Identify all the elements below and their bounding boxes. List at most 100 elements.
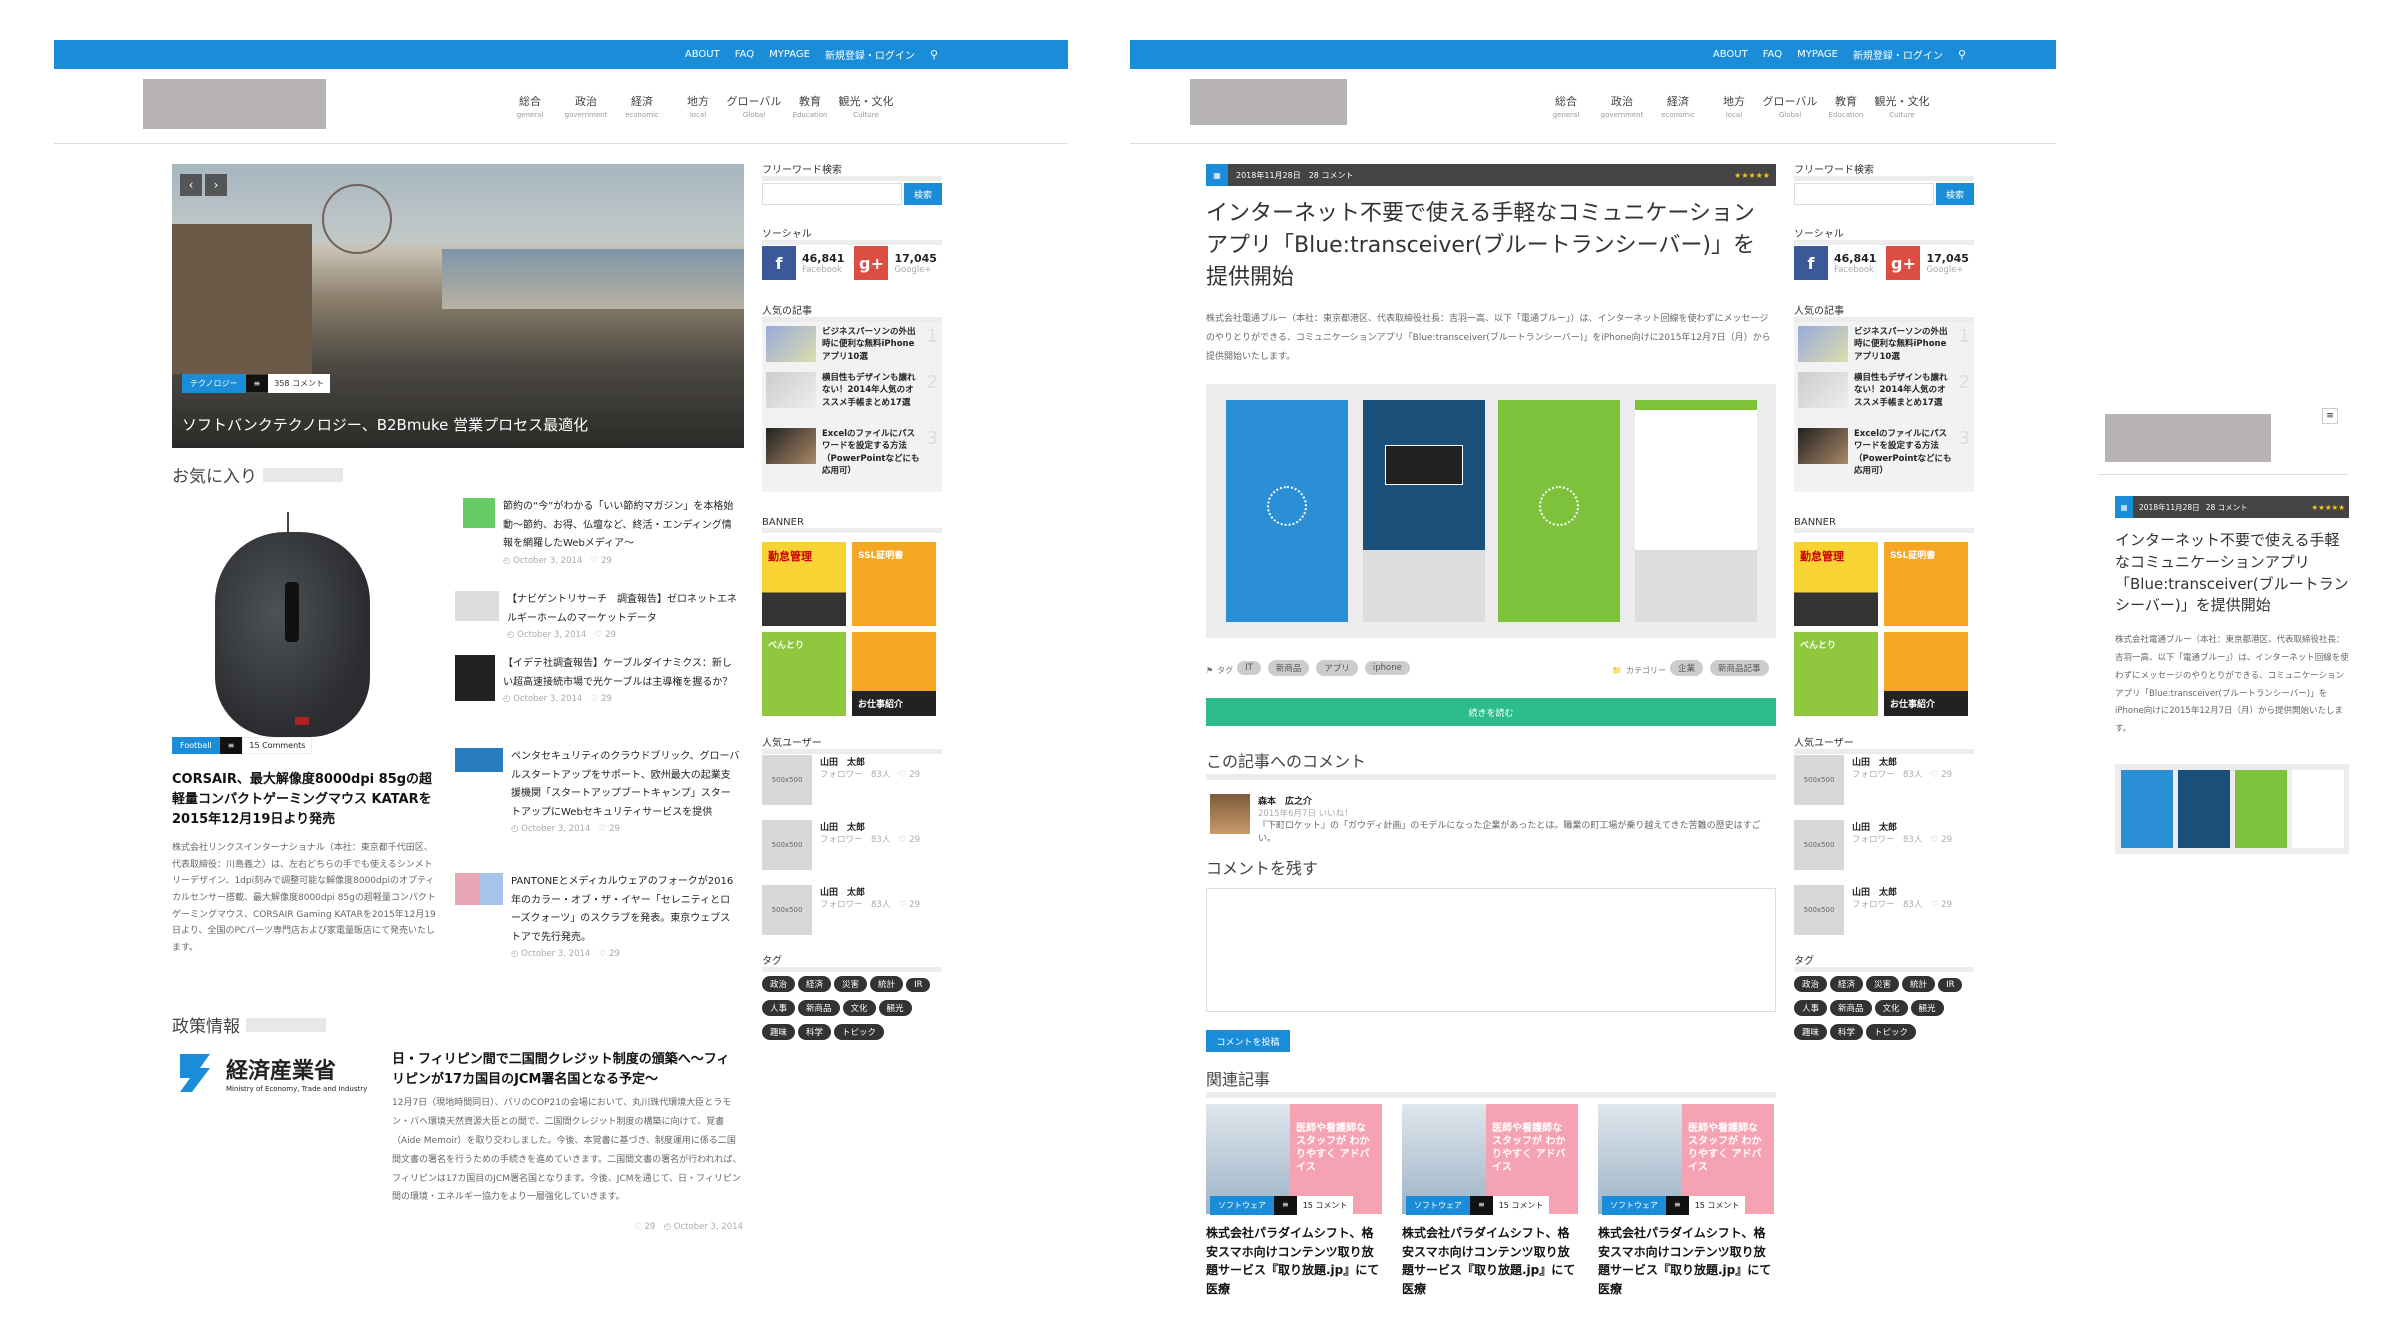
cat-global[interactable]: グローバル Global: [1762, 93, 1818, 119]
banner-kintai[interactable]: 勤怠管理: [762, 542, 846, 626]
tag[interactable]: 観光: [878, 1000, 912, 1016]
nav-faq[interactable]: FAQ: [735, 49, 754, 60]
category-tag[interactable]: 企業: [1669, 660, 1703, 676]
nav-register[interactable]: 新規登録・ログイン: [825, 47, 915, 62]
tag[interactable]: 災害: [834, 976, 868, 992]
list-item[interactable]: 【ナビゲントリサーチ 調査報告】ゼロネットエネルギーホームのマーケットデータ ◴ …: [455, 591, 740, 655]
policy-headline[interactable]: 日・フィリピン間で二国間クレジット制度の頒築へ〜フィリピンが17カ国目のJCM署…: [392, 1050, 742, 1090]
cat-global[interactable]: グローバル Global: [726, 93, 782, 119]
hero-category[interactable]: テクノロジー: [182, 374, 246, 393]
cat-local[interactable]: 地方 local: [1706, 93, 1762, 119]
googleplus-link[interactable]: g+ 17,045 Google+: [854, 246, 937, 280]
cat-economic[interactable]: 経済 economic: [614, 93, 670, 119]
banner-bentori[interactable]: べんとり: [1794, 632, 1878, 716]
tag[interactable]: 文化: [1874, 1000, 1908, 1016]
user-item[interactable]: 500x500 山田 太郎 フォロワー 83人 ♡ 29: [1794, 885, 1974, 950]
tag[interactable]: 科学: [1830, 1024, 1864, 1040]
list-item[interactable]: PANTONEとメディカルウェアのフォークが2016年のカラー・オブ・ザ・イヤー…: [455, 873, 740, 973]
cat-education[interactable]: 教育 Education: [782, 93, 838, 119]
hero-title[interactable]: ソフトバンクテクノロジー、B2Bmuke 営業プロセス最適化: [182, 414, 588, 435]
fav-main-category[interactable]: Football: [172, 737, 220, 754]
post-comment-button[interactable]: コメントを投稿: [1206, 1030, 1290, 1052]
cat-economic[interactable]: 経済 economic: [1650, 93, 1706, 119]
related-item[interactable]: 医師や看護師な スタッフが わかりやすく アドバイス ソフトウェア ≡ 15 コメン…: [1598, 1104, 1774, 1298]
nav-faq[interactable]: FAQ: [1763, 49, 1782, 60]
tag[interactable]: 趣味: [1794, 1024, 1828, 1040]
site-logo[interactable]: [1190, 79, 1347, 125]
tag[interactable]: IR: [1938, 978, 1963, 992]
tag[interactable]: 経済: [798, 976, 832, 992]
tag[interactable]: 経済: [1830, 976, 1864, 992]
cat-government[interactable]: 政治 government: [1594, 93, 1650, 119]
nav-mypage[interactable]: MYPAGE: [769, 49, 810, 60]
tag[interactable]: トピック: [834, 1024, 885, 1040]
tag[interactable]: iphone: [1364, 661, 1410, 675]
tag[interactable]: 災害: [1866, 976, 1900, 992]
banner-ssl[interactable]: SSL証明書: [1884, 542, 1968, 626]
menu-icon[interactable]: ≡: [2322, 408, 2338, 424]
site-logo[interactable]: [143, 79, 326, 129]
read-more-button[interactable]: 続きを読む: [1206, 698, 1776, 726]
site-logo[interactable]: [2105, 414, 2271, 462]
cat-culture[interactable]: 観光・文化 Culture: [1874, 93, 1930, 119]
mouse-image[interactable]: [215, 512, 370, 737]
facebook-link[interactable]: f 46,841 Facebook: [762, 246, 844, 280]
search-button[interactable]: 検索: [904, 183, 942, 205]
list-item[interactable]: 節約の“今”がわかる「いい節約マガジン」を本格始動〜節約、お得、仏壇など、終活・…: [455, 498, 740, 591]
related-item[interactable]: 医師や看護師な スタッフが わかりやすく アドバイス ソフトウェア ≡ 15 コメン…: [1402, 1104, 1578, 1298]
googleplus-link[interactable]: g+ 17,045 Google+: [1886, 246, 1969, 280]
cat-general[interactable]: 総合 general: [1538, 93, 1594, 119]
search-input[interactable]: [762, 183, 902, 205]
related-item[interactable]: 医師や看護師な スタッフが わかりやすく アドバイス ソフトウェア ≡ 15 コメン…: [1206, 1104, 1382, 1298]
search-icon[interactable]: ⚲: [1958, 48, 1966, 61]
article-image[interactable]: [1206, 384, 1776, 638]
user-item[interactable]: 500x500 山田 太郎 フォロワー 83人 ♡ 29: [762, 820, 942, 885]
banner-ssl[interactable]: SSL証明書: [852, 542, 936, 626]
cat-local[interactable]: 地方 local: [670, 93, 726, 119]
list-item[interactable]: ビジネスパーソンの外出時に便利な無料iPhoneアプリ10選 1: [762, 322, 942, 368]
user-item[interactable]: 500x500 山田 太郎 フォロワー 83人 ♡ 29: [1794, 820, 1974, 885]
banner-bentori[interactable]: べんとり: [762, 632, 846, 716]
nav-register[interactable]: 新規登録・ログイン: [1853, 47, 1943, 62]
tag[interactable]: 政治: [762, 976, 796, 992]
tag[interactable]: 人事: [762, 1000, 796, 1016]
list-item[interactable]: Excelのファイルにパスワードを設定する方法（PowerPointなどにも応用…: [1794, 424, 1974, 492]
slider-prev-button[interactable]: ‹: [180, 174, 202, 196]
slider-next-button[interactable]: ›: [205, 174, 227, 196]
tag[interactable]: アプリ: [1316, 660, 1358, 676]
cat-education[interactable]: 教育 Education: [1818, 93, 1874, 119]
tag[interactable]: IT: [1237, 661, 1261, 675]
nav-about[interactable]: ABOUT: [1713, 49, 1748, 60]
cat-government[interactable]: 政治 government: [558, 93, 614, 119]
fav-main-title[interactable]: CORSAIR、最大解像度8000dpi 85gの超軽量コンパクトゲーミングマウ…: [172, 770, 442, 830]
list-item[interactable]: Excelのファイルにパスワードを設定する方法（PowerPointなどにも応用…: [762, 424, 942, 492]
cat-general[interactable]: 総合 general: [502, 93, 558, 119]
banner-job[interactable]: お仕事紹介: [852, 632, 936, 716]
mobile-article-image[interactable]: [2115, 764, 2349, 854]
banner-job[interactable]: お仕事紹介: [1884, 632, 1968, 716]
category-tag[interactable]: 新商品記事: [1709, 660, 1769, 676]
list-item[interactable]: ペンタセキュリティのクラウドブリック、グローバルスタートアップをサポート、欧州最…: [455, 748, 740, 873]
comment-textarea[interactable]: [1206, 888, 1776, 1012]
user-item[interactable]: 500x500 山田 太郎 フォロワー 83人 ♡ 29: [762, 755, 942, 820]
tag[interactable]: トピック: [1866, 1024, 1917, 1040]
tag[interactable]: 統計: [1902, 976, 1936, 992]
tag[interactable]: 文化: [842, 1000, 876, 1016]
nav-mypage[interactable]: MYPAGE: [1797, 49, 1838, 60]
search-icon[interactable]: ⚲: [930, 48, 938, 61]
tag[interactable]: 政治: [1794, 976, 1828, 992]
tag[interactable]: 新商品: [1267, 660, 1310, 676]
tag[interactable]: 観光: [1910, 1000, 1944, 1016]
user-item[interactable]: 500x500 山田 太郎 フォロワー 83人 ♡ 29: [1794, 755, 1974, 820]
tag[interactable]: 統計: [870, 976, 904, 992]
tag[interactable]: 趣味: [762, 1024, 796, 1040]
nav-about[interactable]: ABOUT: [685, 49, 720, 60]
tag[interactable]: IR: [906, 978, 931, 992]
list-item[interactable]: 横目性もデザインも譲れない！2014年人気のオススメ手帳まとめ17選 2: [1794, 368, 1974, 424]
search-button[interactable]: 検索: [1936, 183, 1974, 205]
tag[interactable]: 新商品: [798, 1000, 840, 1016]
facebook-link[interactable]: f 46,841 Facebook: [1794, 246, 1876, 280]
list-item[interactable]: ビジネスパーソンの外出時に便利な無料iPhoneアプリ10選 1: [1794, 322, 1974, 368]
cat-culture[interactable]: 観光・文化 Culture: [838, 93, 894, 119]
list-item[interactable]: 【イデテ社調査報告】ケーブルダイナミクス：新しい超高速接続市場で光ケーブルは主導…: [455, 655, 740, 748]
